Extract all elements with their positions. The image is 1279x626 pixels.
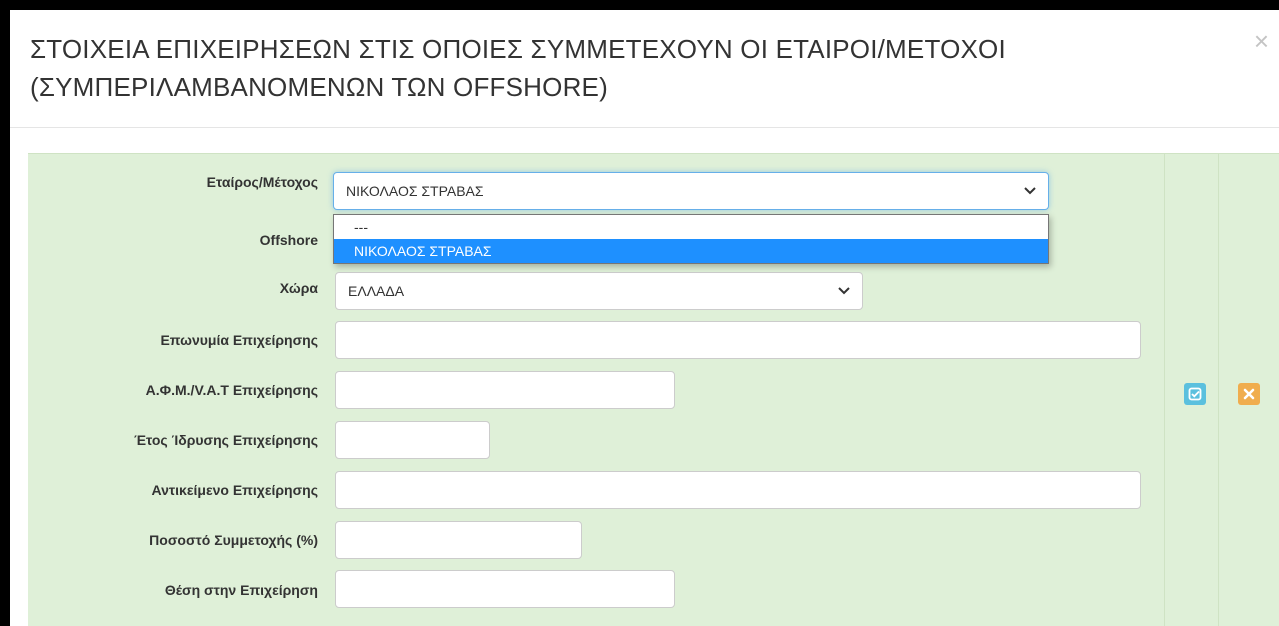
check-square-icon [1188, 387, 1202, 401]
country-select[interactable]: ΕΛΛΑΔΑ [335, 272, 863, 310]
share-percent-label: Ποσοστό Συμμετοχής (%) [149, 532, 318, 548]
country-select-value: ΕΛΛΑΔΑ [348, 283, 405, 299]
business-object-input[interactable] [335, 471, 1141, 509]
column-divider [1218, 154, 1219, 626]
modal-title: ΣΤΟΙΧΕΙΑ ΕΠΙΧΕΙΡΗΣΕΩΝ ΣΤΙΣ ΟΠΟΙΕΣ ΣΥΜΜΕΤ… [30, 34, 1006, 102]
chevron-down-icon [1024, 184, 1036, 198]
company-name-input[interactable] [335, 321, 1141, 359]
position-input[interactable] [335, 570, 675, 608]
company-name-label: Επωνυμία Επιχείρησης [160, 332, 318, 348]
vat-input[interactable] [335, 371, 675, 409]
country-label: Χώρα [279, 280, 318, 296]
column-divider [1164, 154, 1165, 626]
form-row: Εταίρος/Μέτοχος ΝΙΚΟΛΑΟΣ ΣΤΡΑΒΑΣ --- ΝΙΚ… [28, 153, 1279, 626]
close-icon[interactable]: × [1254, 28, 1269, 54]
partner-select-value: ΝΙΚΟΛΑΟΣ ΣΤΡΑΒΑΣ [346, 183, 484, 199]
position-label: Θέση στην Επιχείρηση [164, 582, 318, 598]
dropdown-option[interactable]: --- [334, 215, 1048, 239]
founded-year-input[interactable] [335, 421, 490, 459]
vat-label: Α.Φ.Μ./V.A.T Επιχείρησης [145, 382, 318, 398]
dropdown-option-selected[interactable]: ΝΙΚΟΛΑΟΣ ΣΤΡΑΒΑΣ [334, 239, 1048, 263]
offshore-label: Offshore [259, 232, 318, 248]
save-button[interactable] [1184, 383, 1206, 405]
partner-select[interactable]: ΝΙΚΟΛΑΟΣ ΣΤΡΑΒΑΣ [333, 172, 1049, 210]
share-percent-input[interactable] [335, 521, 582, 559]
close-x-icon [1243, 388, 1255, 400]
founded-year-label: Έτος Ίδρυσης Επιχείρησης [134, 432, 318, 448]
modal-header: ΣΤΟΙΧΕΙΑ ΕΠΙΧΕΙΡΗΣΕΩΝ ΣΤΙΣ ΟΠΟΙΕΣ ΣΥΜΜΕΤ… [10, 10, 1279, 128]
chevron-down-icon [838, 284, 850, 298]
partner-label: Εταίρος/Μέτοχος [206, 174, 318, 190]
partner-dropdown-list: --- ΝΙΚΟΛΑΟΣ ΣΤΡΑΒΑΣ [333, 214, 1049, 264]
modal-dialog: ΣΤΟΙΧΕΙΑ ΕΠΙΧΕΙΡΗΣΕΩΝ ΣΤΙΣ ΟΠΟΙΕΣ ΣΥΜΜΕΤ… [10, 10, 1279, 626]
business-object-label: Αντικείμενο Επιχείρησης [151, 482, 318, 498]
cancel-button[interactable] [1238, 383, 1260, 405]
